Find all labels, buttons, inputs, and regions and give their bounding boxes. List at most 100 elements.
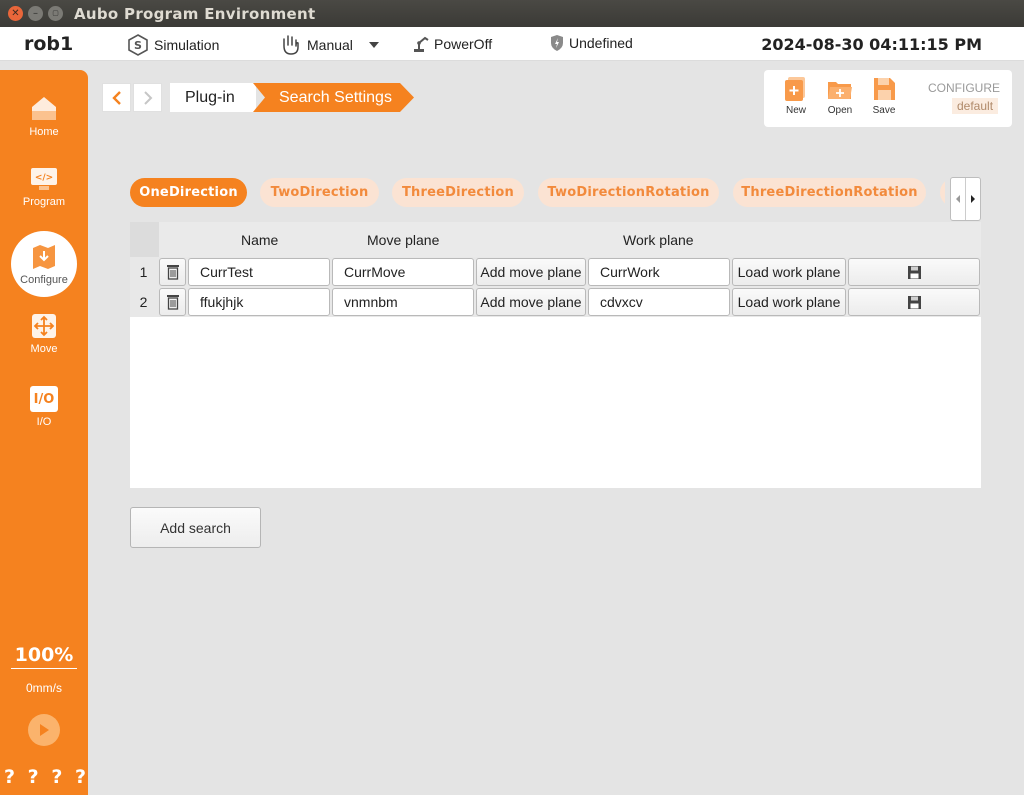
save-row-button[interactable]: [848, 258, 980, 286]
table-row: 2 ffukjhjk vnmnbm Add move plane cdvxcv …: [130, 287, 981, 317]
tab-three-direction[interactable]: ThreeDirection: [392, 178, 524, 207]
hand-icon: [283, 35, 299, 55]
simulation-icon: S: [128, 34, 148, 56]
tab-scroll-left-button[interactable]: [951, 178, 966, 220]
row-number: 1: [139, 264, 148, 280]
add-move-plane-button[interactable]: Add move plane: [476, 258, 586, 286]
shield-icon: [551, 35, 563, 51]
floppy-icon: [907, 265, 921, 279]
add-move-plane-button[interactable]: Add move plane: [476, 288, 586, 316]
new-config-button[interactable]: New: [776, 76, 816, 116]
save-icon: [874, 78, 895, 100]
move-icon: [32, 314, 56, 338]
simulation-label: Simulation: [154, 37, 220, 53]
column-header-name: Name: [241, 232, 279, 248]
sidebar-item-move[interactable]: Move: [0, 313, 88, 355]
sidebar: Home </> Program Configure Move I/O I/O: [0, 70, 88, 795]
sidebar-item-home[interactable]: Home: [0, 94, 88, 138]
io-icon: I/O: [30, 386, 58, 412]
status-bar: rob1 S Simulation Manual PowerOff Undefi…: [0, 27, 1024, 61]
save-row-button[interactable]: [848, 288, 980, 316]
maximize-icon: ▢: [52, 9, 59, 17]
svg-text:S: S: [134, 39, 142, 52]
name-input[interactable]: CurrTest: [188, 258, 330, 286]
work-plane-input[interactable]: cdvxcv: [588, 288, 730, 316]
minimize-window-button[interactable]: –: [28, 6, 43, 21]
program-icon: </>: [31, 168, 57, 190]
name-input[interactable]: ffukjhjk: [188, 288, 330, 316]
row-number: 2: [139, 294, 148, 310]
chevron-right-icon: [143, 90, 152, 105]
configure-icon: [33, 244, 55, 269]
configure-name: default: [952, 98, 999, 114]
help-mark[interactable]: ?: [28, 766, 39, 788]
tab-scroll-right-button[interactable]: [966, 178, 980, 220]
sidebar-item-label: Configure: [20, 273, 68, 286]
tab-scroller: [950, 177, 981, 221]
tab-two-direction[interactable]: TwoDirection: [260, 178, 379, 207]
tab-one-direction[interactable]: OneDirection: [130, 178, 247, 207]
sidebar-item-program[interactable]: </> Program: [0, 166, 88, 208]
io-icon-glyph: I/O: [33, 391, 55, 407]
move-plane-input[interactable]: vnmnbm: [332, 288, 474, 316]
speed-value: 0mm/s: [26, 681, 62, 695]
breadcrumb-current-label: Search Settings: [279, 88, 392, 106]
floppy-icon: [907, 295, 921, 309]
save-config-button[interactable]: Save: [864, 76, 904, 116]
sidebar-item-label: Home: [29, 126, 59, 138]
sidebar-item-label: I/O: [36, 416, 52, 428]
manual-label: Manual: [307, 37, 353, 53]
speed-percent[interactable]: 100%: [11, 644, 77, 669]
safety-label: Undefined: [569, 35, 633, 51]
power-indicator[interactable]: PowerOff: [412, 34, 492, 54]
sidebar-item-io[interactable]: I/O I/O: [0, 386, 88, 428]
help-mark[interactable]: ?: [51, 766, 62, 788]
direction-tabs: OneDirection TwoDirection ThreeDirection…: [130, 178, 945, 207]
folder-icon: [828, 82, 852, 99]
sidebar-item-label: Move: [30, 343, 58, 355]
new-label: New: [785, 105, 806, 116]
breadcrumb-search-settings[interactable]: Search Settings: [253, 83, 414, 112]
save-label: Save: [872, 105, 896, 116]
tab-three-direction-rotation[interactable]: ThreeDirectionRotation: [733, 178, 926, 207]
load-work-plane-button[interactable]: Load work plane: [732, 258, 846, 286]
help-mark[interactable]: ?: [4, 766, 15, 788]
play-icon: [40, 724, 49, 736]
open-config-button[interactable]: Open: [820, 76, 860, 116]
forward-button[interactable]: [133, 83, 162, 112]
datetime-display: 2024-08-30 04:11:15 PM: [761, 35, 982, 54]
tab-two-direction-rotation[interactable]: TwoDirectionRotation: [538, 178, 719, 207]
caret-right-icon: [971, 195, 975, 203]
close-icon: ✕: [11, 7, 20, 19]
simulation-indicator[interactable]: S Simulation: [126, 34, 219, 56]
maximize-window-button[interactable]: ▢: [48, 6, 63, 21]
safety-indicator[interactable]: Undefined: [549, 34, 633, 52]
table-corner: [130, 222, 159, 257]
close-window-button[interactable]: ✕: [8, 6, 23, 21]
back-button[interactable]: [102, 83, 131, 112]
tab-overflow[interactable]: [940, 178, 945, 207]
delete-row-button[interactable]: [159, 258, 186, 286]
history-nav: [102, 83, 162, 112]
robot-arm-icon: [414, 36, 429, 52]
play-button[interactable]: [28, 714, 60, 746]
chevron-left-icon: [111, 90, 121, 105]
sidebar-item-configure[interactable]: Configure: [0, 231, 88, 297]
chevron-down-icon: [368, 42, 379, 48]
add-search-button[interactable]: Add search: [130, 507, 261, 548]
breadcrumb-plugin[interactable]: Plug-in: [170, 83, 256, 112]
manual-mode-dropdown[interactable]: Manual: [279, 34, 383, 56]
move-plane-input[interactable]: CurrMove: [332, 258, 474, 286]
svg-text:</>: </>: [35, 173, 53, 183]
configure-panel: New Open Save CONFIGURE default: [764, 70, 1012, 127]
help-mark[interactable]: ?: [75, 766, 86, 788]
column-header-work-plane: Work plane: [623, 232, 694, 248]
robot-name: rob1: [24, 33, 74, 55]
work-plane-input[interactable]: CurrWork: [588, 258, 730, 286]
load-work-plane-button[interactable]: Load work plane: [732, 288, 846, 316]
window-titlebar: ✕ – ▢ Aubo Program Environment: [0, 0, 1024, 27]
column-header-move-plane: Move plane: [367, 232, 440, 248]
open-label: Open: [827, 105, 853, 116]
delete-row-button[interactable]: [159, 288, 186, 316]
sidebar-item-label: Program: [22, 196, 66, 208]
